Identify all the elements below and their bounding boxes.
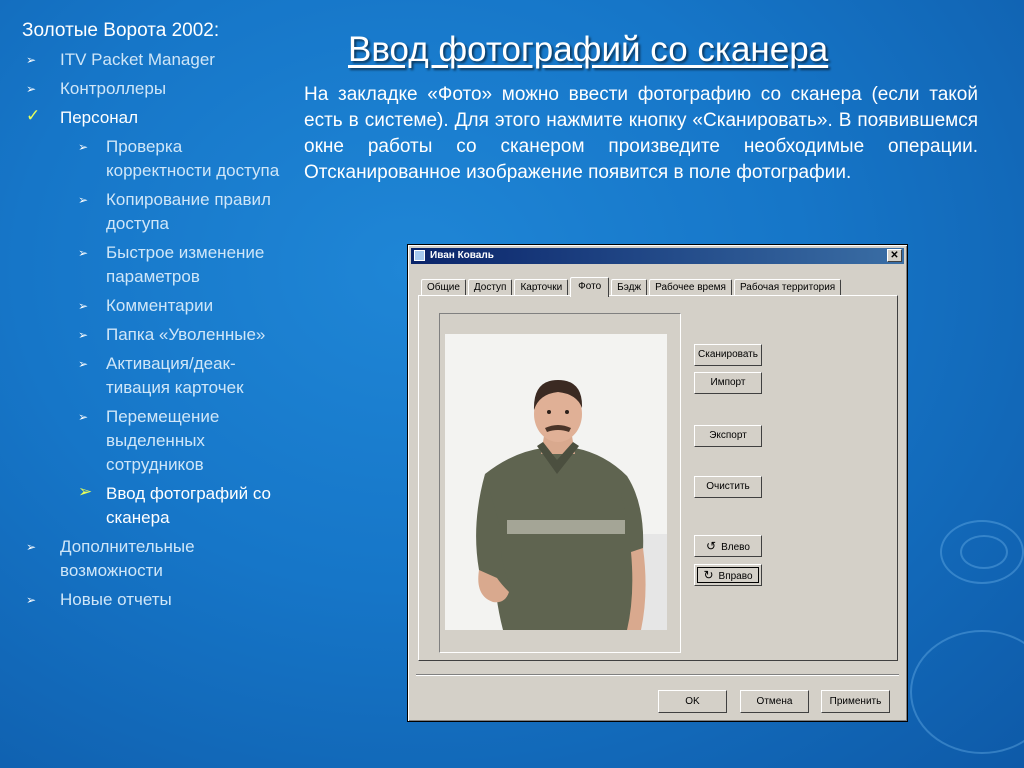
tab-access[interactable]: Доступ (467, 279, 513, 296)
apply-button[interactable]: Применить (821, 690, 890, 713)
arrow-bullet-icon: ➢ (78, 357, 89, 371)
sidebar-item-itv[interactable]: ➢ ITV Packet Manager (22, 48, 290, 72)
employee-photo (445, 334, 667, 630)
rotate-right-button[interactable]: ↻ Вправо (694, 564, 762, 586)
sidebar-subitem-label: Проверка корректности доступа (106, 137, 280, 180)
dialog-titlebar[interactable]: Иван Коваль ✕ (411, 248, 904, 264)
scan-button[interactable]: Сканировать (694, 344, 762, 366)
sidebar-item-label: Дополнительные возможности (60, 537, 195, 580)
sidebar-subitem-label: Копирование правил доступа (106, 190, 271, 233)
sidebar-subitem-label: Быстрое изменение параметров (106, 243, 265, 286)
sidebar-subitem[interactable]: ➢ Папка «Уволенные» (22, 323, 290, 347)
employee-dialog: Иван Коваль ✕ Общие Доступ Карточки Фото… (407, 244, 908, 722)
sidebar-subitem-label: Ввод фотографий со сканера (106, 484, 271, 527)
sidebar-subitem-label: Активация/деак-тивация карточек (106, 354, 244, 397)
rotate-left-button[interactable]: ↺ Влево (694, 535, 762, 557)
sidebar-title: Золотые Ворота 2002: (22, 20, 220, 41)
sidebar-subitem[interactable]: ➢ Быстрое изменение параметров (22, 241, 290, 289)
tab-work-time[interactable]: Рабочее время (649, 279, 732, 296)
sidebar-subitem[interactable]: ➢ Активация/деак-тивация карточек (22, 352, 290, 400)
tab-bar: Общие Доступ Карточки Фото Бэдж Рабочее … (421, 276, 843, 297)
tab-badge[interactable]: Бэдж (611, 279, 648, 296)
tab-work-territory[interactable]: Рабочая территория (733, 279, 842, 296)
arrow-bullet-icon: ➢ (26, 540, 37, 554)
sidebar-item-extra[interactable]: ➢ Дополнительные возможности (22, 535, 290, 583)
export-button[interactable]: Экспорт (694, 425, 762, 447)
slide-title: Ввод фотографий со сканера (348, 30, 829, 69)
arrow-bullet-icon: ➢ (78, 482, 93, 501)
window-icon (414, 250, 425, 261)
sidebar-subitem[interactable]: ➢ Проверка корректности доступа (22, 135, 290, 183)
sidebar-item-controllers[interactable]: ➢ Контроллеры (22, 77, 290, 101)
sidebar-item-label: Персонал (60, 108, 139, 127)
rotate-ccw-icon: ↺ (706, 539, 717, 553)
arrow-bullet-icon: ➢ (78, 328, 89, 342)
sidebar-item-label: ITV Packet Manager (60, 50, 215, 69)
cancel-button[interactable]: Отмена (740, 690, 809, 713)
arrow-bullet-icon: ➢ (78, 246, 89, 260)
photo-tab-panel: Сканировать Импорт Экспорт Очистить ↺ Вле… (418, 295, 898, 661)
sidebar-subitem-label: Папка «Уволенные» (106, 325, 266, 344)
ok-button[interactable]: OK (658, 690, 727, 713)
sidebar-item-label: Контроллеры (60, 79, 167, 98)
arrow-bullet-icon: ➢ (26, 53, 37, 67)
ripple-decoration (960, 535, 1008, 569)
rotate-cw-icon: ↻ (703, 568, 714, 582)
sidebar-subitem-label: Перемещение выделенных сотрудников (106, 407, 220, 474)
rotate-left-label: Влево (721, 542, 750, 553)
photo-field (439, 313, 681, 653)
arrow-bullet-icon: ➢ (78, 410, 89, 424)
arrow-bullet-icon: ➢ (26, 593, 37, 607)
tab-cards[interactable]: Карточки (514, 279, 569, 296)
clear-button[interactable]: Очистить (694, 476, 762, 498)
sidebar-subitem[interactable]: ➢ Перемещение выделенных сотрудников (22, 405, 290, 477)
arrow-bullet-icon: ➢ (26, 82, 37, 96)
slide-description: На закладке «Фото» можно ввести фотограф… (304, 84, 978, 183)
sidebar-outline: Золотые Ворота 2002: ➢ ITV Packet Manage… (22, 20, 290, 617)
person-photo-illustration (445, 334, 667, 630)
sidebar-subitem[interactable]: ➢ Комментарии (22, 294, 290, 318)
sidebar-item-label: Новые отчеты (60, 590, 172, 609)
sidebar-subitem-current[interactable]: ➢ Ввод фотографий со сканера (22, 482, 290, 530)
ripple-decoration (910, 630, 1024, 754)
sidebar-subitem[interactable]: ➢ Копирование правил доступа (22, 188, 290, 236)
sidebar-item-reports[interactable]: ➢ Новые отчеты (22, 588, 290, 612)
footer-separator (416, 674, 899, 676)
rotate-right-label: Вправо (718, 571, 753, 582)
tab-photo[interactable]: Фото (570, 277, 610, 297)
sidebar-subitem-label: Комментарии (106, 296, 214, 315)
arrow-bullet-icon: ➢ (78, 299, 89, 313)
import-button[interactable]: Импорт (694, 372, 762, 394)
tab-general[interactable]: Общие (421, 279, 466, 296)
check-bullet-icon: ✓ (26, 106, 41, 125)
close-icon[interactable]: ✕ (887, 249, 902, 262)
dialog-title: Иван Коваль (430, 250, 494, 261)
sidebar-item-personnel[interactable]: ✓ Персонал (22, 106, 290, 130)
arrow-bullet-icon: ➢ (78, 140, 89, 154)
arrow-bullet-icon: ➢ (78, 193, 89, 207)
